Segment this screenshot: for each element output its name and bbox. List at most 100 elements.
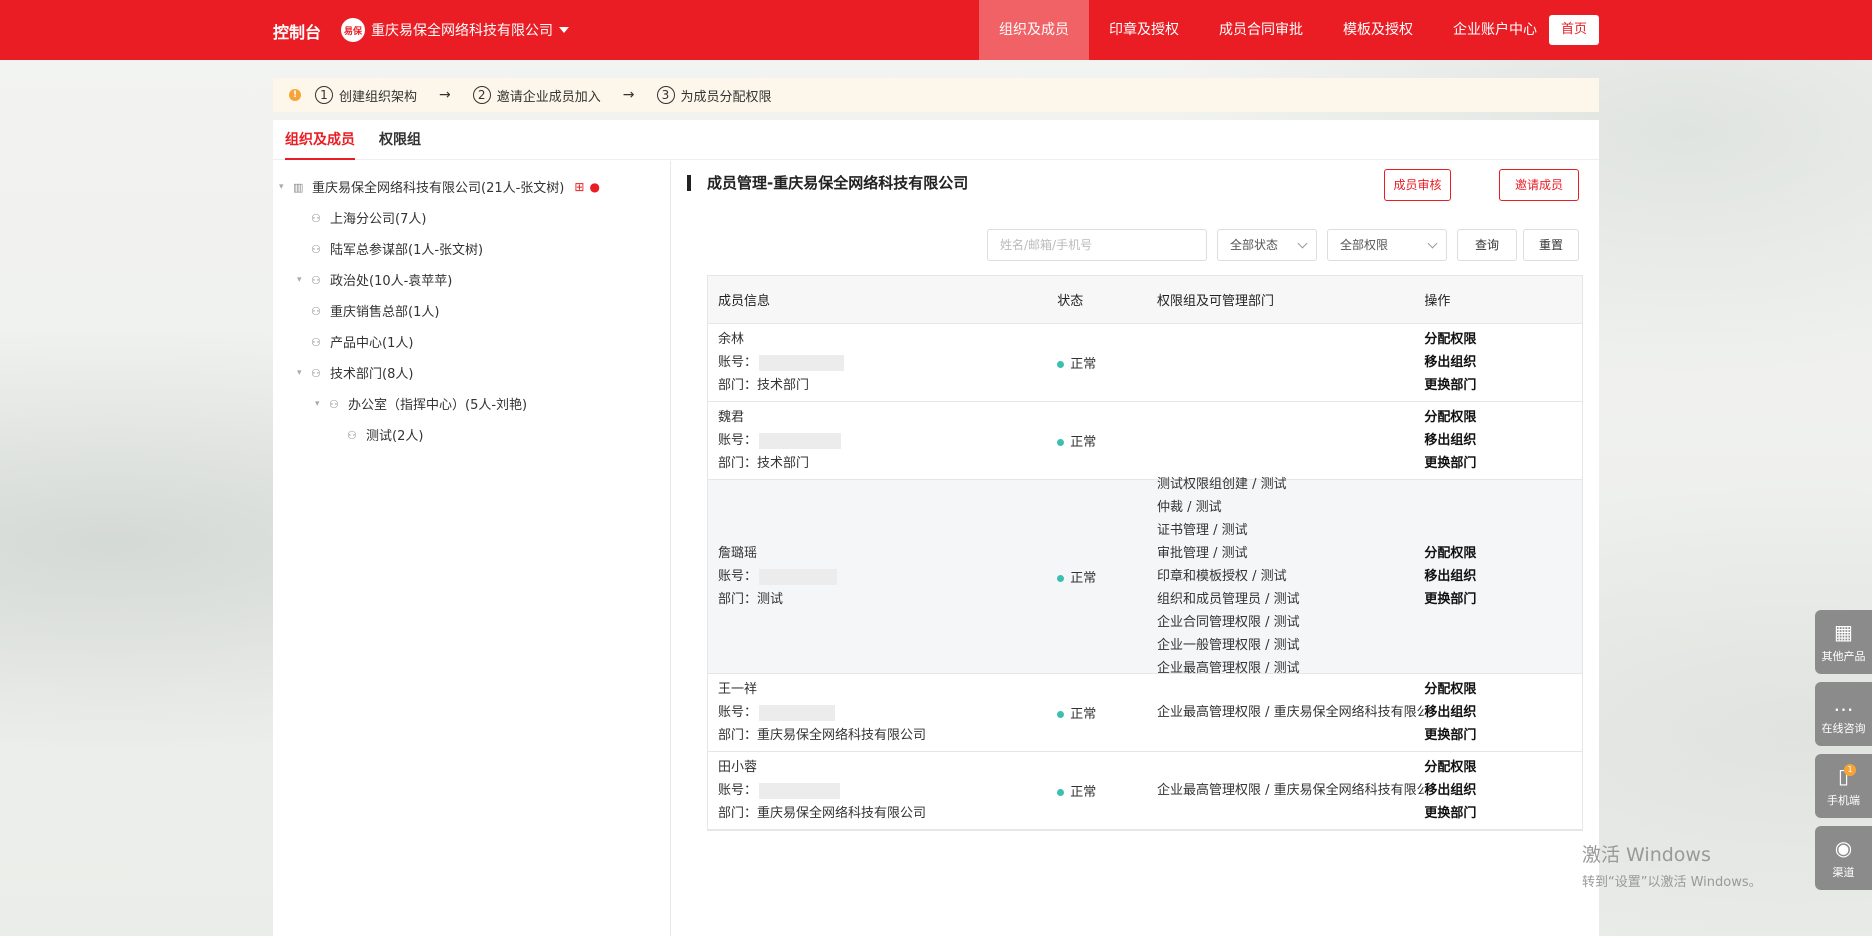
- step-2: 2 邀请企业成员加入: [472, 86, 601, 105]
- member-operations: 分配权限 移出组织 更换部门: [1424, 542, 1582, 611]
- account-label: 账号：: [718, 705, 758, 720]
- org-chart-icon[interactable]: ⊞: [574, 180, 584, 194]
- member-status: 正常: [1057, 703, 1157, 722]
- mobile-app-button[interactable]: ▯ 手机端 1: [1815, 754, 1872, 818]
- home-button[interactable]: 首页: [1549, 15, 1599, 45]
- steps-banner: ! 1 创建组织架构 → 2 邀请企业成员加入 → 3 为成员分配权限: [273, 78, 1599, 112]
- tree-node[interactable]: ▾ ⚇ 技术部门(8人): [273, 357, 670, 388]
- tree-node-label: 上海分公司(7人): [330, 212, 427, 227]
- member-review-button[interactable]: 成员审核: [1384, 169, 1451, 201]
- dept-value: 测试: [757, 592, 784, 607]
- caret-down-icon: [559, 27, 569, 33]
- change-dept-link[interactable]: 更换部门: [1424, 588, 1582, 611]
- arrow-right-icon: →: [439, 87, 451, 103]
- invite-member-button[interactable]: 邀请成员: [1499, 169, 1579, 201]
- permission-item: 印章和模板授权 / 测试: [1156, 569, 1287, 584]
- search-input[interactable]: 姓名/邮箱/手机号: [987, 229, 1207, 261]
- dept-value: 技术部门: [757, 378, 810, 393]
- change-dept-link[interactable]: 更换部门: [1424, 452, 1582, 475]
- member-account: 账号：: [718, 779, 1057, 802]
- group-icon: ⚇: [311, 242, 321, 256]
- other-products-button[interactable]: ▦ 其他产品: [1815, 610, 1872, 674]
- remove-from-org-link[interactable]: 移出组织: [1424, 351, 1582, 374]
- tab-org-members[interactable]: 组织及成员: [285, 120, 355, 160]
- notification-badge: 1: [1844, 764, 1856, 776]
- nav-seal-auth[interactable]: 印章及授权: [1089, 0, 1199, 60]
- member-operations: 分配权限 移出组织 更换部门: [1424, 756, 1582, 825]
- assign-permission-link[interactable]: 分配权限: [1424, 678, 1582, 701]
- change-dept-link[interactable]: 更换部门: [1424, 374, 1582, 397]
- tree-node-label: 测试(2人): [366, 429, 424, 444]
- remove-from-org-link[interactable]: 移出组织: [1424, 565, 1582, 588]
- member-name: 田小蓉: [718, 760, 758, 775]
- tree-node[interactable]: ⚇ 产品中心(1人): [273, 326, 670, 357]
- table-row: 魏君 账号： 部门： 技术部门 正常 分配权限 移出组织 更换部门: [708, 402, 1582, 480]
- online-consult-button[interactable]: … 在线咨询: [1815, 682, 1872, 746]
- company-logo-icon: 易保: [341, 18, 365, 42]
- expand-toggle-icon[interactable]: ▾: [297, 275, 307, 285]
- tree-node[interactable]: ⚇ 测试(2人): [273, 419, 670, 450]
- table-row: 王一祥 账号： 部门： 重庆易保全网络科技有限公司 正常 企业最高管理权限 / 重庆易保全…: [708, 674, 1582, 752]
- side-icon: …: [1833, 692, 1854, 716]
- tree-node-label: 重庆销售总部(1人): [330, 305, 440, 320]
- tree-node[interactable]: ⚇ 上海分公司(7人): [273, 202, 670, 233]
- dept-value: 技术部门: [757, 456, 810, 471]
- assign-permission-link[interactable]: 分配权限: [1424, 756, 1582, 779]
- assign-permission-link[interactable]: 分配权限: [1424, 542, 1582, 565]
- user-icon[interactable]: ●: [589, 180, 599, 194]
- member-dept: 部门： 重庆易保全网络科技有限公司: [718, 724, 1057, 747]
- tree-node[interactable]: ▾ ▥ 重庆易保全网络科技有限公司(21人-张文树) ⊞ ●: [273, 171, 670, 202]
- panel-title: 成员管理-重庆易保全网络科技有限公司: [687, 175, 968, 191]
- expand-toggle-icon[interactable]: ▾: [279, 182, 289, 192]
- member-status: 正常: [1057, 781, 1157, 800]
- status-dot-icon: [1057, 711, 1065, 718]
- building-icon: ▥: [293, 180, 304, 194]
- console-brand[interactable]: 控制台: [273, 19, 321, 43]
- reset-button[interactable]: 重置: [1523, 229, 1579, 261]
- nav-account-center[interactable]: 企业账户中心: [1433, 0, 1557, 60]
- step-number: 1: [315, 86, 333, 104]
- query-button[interactable]: 查询: [1457, 229, 1517, 261]
- remove-from-org-link[interactable]: 移出组织: [1424, 429, 1582, 452]
- assign-permission-link[interactable]: 分配权限: [1424, 328, 1582, 351]
- group-icon: ⚇: [311, 273, 321, 287]
- table-header: 成员信息 状态 权限组及可管理部门 操作: [708, 276, 1582, 324]
- channel-button[interactable]: ◉ 渠道: [1815, 826, 1872, 890]
- tree-node[interactable]: ▾ ⚇ 政治处(10人-袁苹苹): [273, 264, 670, 295]
- nav-template-auth[interactable]: 模板及授权: [1323, 0, 1433, 60]
- tree-node-label: 政治处(10人-袁苹苹): [330, 274, 453, 289]
- member-account: 账号：: [718, 351, 1057, 374]
- account-label: 账号：: [718, 433, 758, 448]
- nav-org-members[interactable]: 组织及成员: [979, 0, 1089, 60]
- tree-node-label: 技术部门(8人): [330, 367, 414, 382]
- masked-account-value: [759, 782, 841, 799]
- permission-select[interactable]: 全部权限: [1327, 229, 1447, 261]
- change-dept-link[interactable]: 更换部门: [1424, 724, 1582, 747]
- company-switcher[interactable]: 易保 重庆易保全网络科技有限公司: [341, 18, 569, 42]
- remove-from-org-link[interactable]: 移出组织: [1424, 701, 1582, 724]
- nav-contract-approval[interactable]: 成员合同审批: [1199, 0, 1323, 60]
- expand-toggle-icon[interactable]: ▾: [315, 399, 325, 409]
- member-operations: 分配权限 移出组织 更换部门: [1424, 328, 1582, 397]
- account-label: 账号：: [718, 569, 758, 584]
- tab-permission-groups[interactable]: 权限组: [379, 120, 421, 160]
- status-select-value: 全部状态: [1230, 238, 1279, 252]
- assign-permission-link[interactable]: 分配权限: [1424, 406, 1582, 429]
- member-dept: 部门： 技术部门: [718, 452, 1057, 475]
- tree-node[interactable]: ⚇ 陆军总参谋部(1人-张文树): [273, 233, 670, 264]
- masked-account-value: [759, 354, 845, 371]
- change-dept-link[interactable]: 更换部门: [1424, 802, 1582, 825]
- tree-node[interactable]: ▾ ⚇ 办公室（指挥中心）(5人-刘艳): [273, 388, 670, 419]
- tree-node[interactable]: ⚇ 重庆销售总部(1人): [273, 295, 670, 326]
- permission-item: 测试权限组创建 / 测试: [1156, 477, 1287, 492]
- member-status: 正常: [1057, 567, 1157, 586]
- tab-bar: 组织及成员 权限组: [273, 120, 1599, 160]
- watermark-subtitle: 转到“设置”以激活 Windows。: [1582, 875, 1762, 890]
- member-permissions: 测试权限组创建 / 测试 仲裁 / 测试 证书管理 / 测试 审批管理 / 测试 印章和…: [1157, 473, 1424, 680]
- expand-toggle-icon[interactable]: ▾: [297, 368, 307, 378]
- status-select[interactable]: 全部状态: [1217, 229, 1317, 261]
- side-label: 渠道: [1832, 866, 1855, 879]
- header-status: 状态: [1057, 294, 1084, 309]
- tree-node-label: 产品中心(1人): [330, 336, 414, 351]
- remove-from-org-link[interactable]: 移出组织: [1424, 779, 1582, 802]
